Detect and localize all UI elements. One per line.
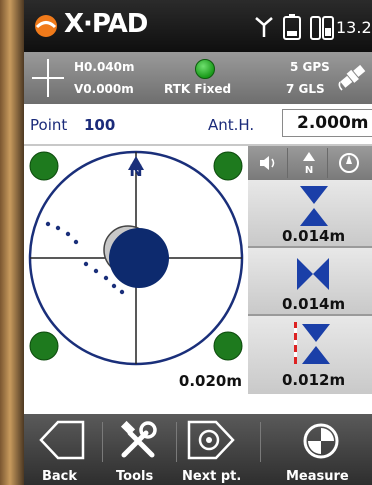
gps-status-bar[interactable]: H0.040m V0.000m RTK Fixed 5 GPS 7 GLS [24, 52, 372, 104]
glonass-satellite-count: 7 GLS [286, 82, 325, 96]
trail-dot [73, 239, 79, 245]
trail-dot [83, 261, 89, 267]
fix-status-label: RTK Fixed [164, 82, 232, 96]
speaker-icon [259, 156, 274, 170]
gps-satellite-count: 5 GPS [290, 60, 330, 74]
vertical-offset-value: 0.012m [282, 371, 346, 389]
vertical-offset-panel: 0.012m [248, 316, 372, 394]
antenna-signal-icon [255, 17, 273, 37]
point-label: Point [30, 116, 68, 134]
divider [260, 422, 261, 462]
divider [176, 422, 177, 462]
trail-dot [119, 289, 125, 295]
back-button[interactable]: Back [24, 414, 100, 485]
tools-label: Tools [116, 469, 154, 484]
antenna-height-label: Ant.H. [208, 116, 255, 134]
brand-logo-icon [35, 15, 57, 37]
trail-dot [103, 275, 109, 281]
stakeout-compass: N 0.020m [28, 150, 244, 390]
trail-dot [93, 268, 99, 274]
next-point-icon [187, 420, 235, 460]
clock-time: 13.27 [336, 18, 372, 37]
satellite-icon [338, 64, 366, 91]
forward-arrow-icon [300, 186, 328, 226]
back-label: Back [42, 469, 78, 484]
battery-icon [283, 14, 301, 40]
north-orientation-button[interactable]: N [290, 148, 328, 178]
north-label: N [129, 161, 142, 180]
measure-button[interactable]: Measure [264, 414, 372, 485]
lateral-offset-value: 0.014m [282, 295, 346, 313]
measure-target-icon [303, 423, 339, 459]
corner-marker-tl [29, 151, 59, 181]
north-arrow-icon: N [302, 152, 315, 175]
compass-icon [339, 153, 359, 173]
lateral-arrow-icon [297, 258, 329, 290]
lateral-offset-panel: 0.014m [248, 248, 372, 316]
vertical-precision: V0.000m [74, 82, 134, 96]
trail-dot [65, 231, 71, 237]
stakeout-view: N 0.020m N 0.014m 0.014m 0.012m [24, 146, 372, 394]
tools-button[interactable]: Tools [104, 414, 174, 485]
compass-mode-button[interactable] [330, 148, 368, 178]
title-bar: X·PAD 13.27 [24, 0, 372, 52]
point-number[interactable]: 100 [84, 116, 115, 134]
measure-label: Measure [286, 469, 349, 484]
target-point [109, 228, 169, 288]
device-screen: X·PAD 13.27 H0.040m V0.000m RTK Fixed 5 … [24, 0, 372, 485]
corner-marker-tr [213, 151, 243, 181]
forward-offset-panel: 0.014m [248, 180, 372, 248]
crosshair-icon [32, 59, 64, 97]
receiver-battery-icon [310, 16, 334, 40]
forward-offset-value: 0.014m [282, 227, 346, 245]
stakeout-side-panel: N 0.014m 0.014m 0.012m [248, 146, 372, 394]
vertical-arrow-icon [294, 322, 330, 364]
trail-dot [55, 225, 61, 231]
trail-dot [111, 283, 117, 289]
compass-distance: 0.020m [179, 372, 242, 390]
next-point-label: Next pt. [182, 469, 242, 484]
trail-dot [45, 221, 51, 227]
corner-marker-bl [29, 331, 59, 361]
brand-name: X·PAD [64, 9, 148, 39]
corner-marker-br [213, 331, 243, 361]
fix-status-indicator [195, 59, 215, 79]
point-info-row: Point 100 Ant.H. 2.000m [24, 104, 372, 146]
svg-text:N: N [304, 165, 312, 175]
back-arrow-icon [39, 420, 85, 460]
next-point-button[interactable]: Next pt. [178, 414, 258, 485]
antenna-height-field[interactable]: 2.000m [282, 109, 372, 137]
divider [102, 422, 103, 462]
bottom-action-bar: Back Tools Next pt. Measure [24, 414, 372, 485]
side-toolbar: N [248, 146, 372, 180]
sound-toggle-button[interactable] [250, 148, 288, 178]
horizontal-precision: H0.040m [74, 60, 135, 74]
tools-icon [120, 420, 157, 458]
